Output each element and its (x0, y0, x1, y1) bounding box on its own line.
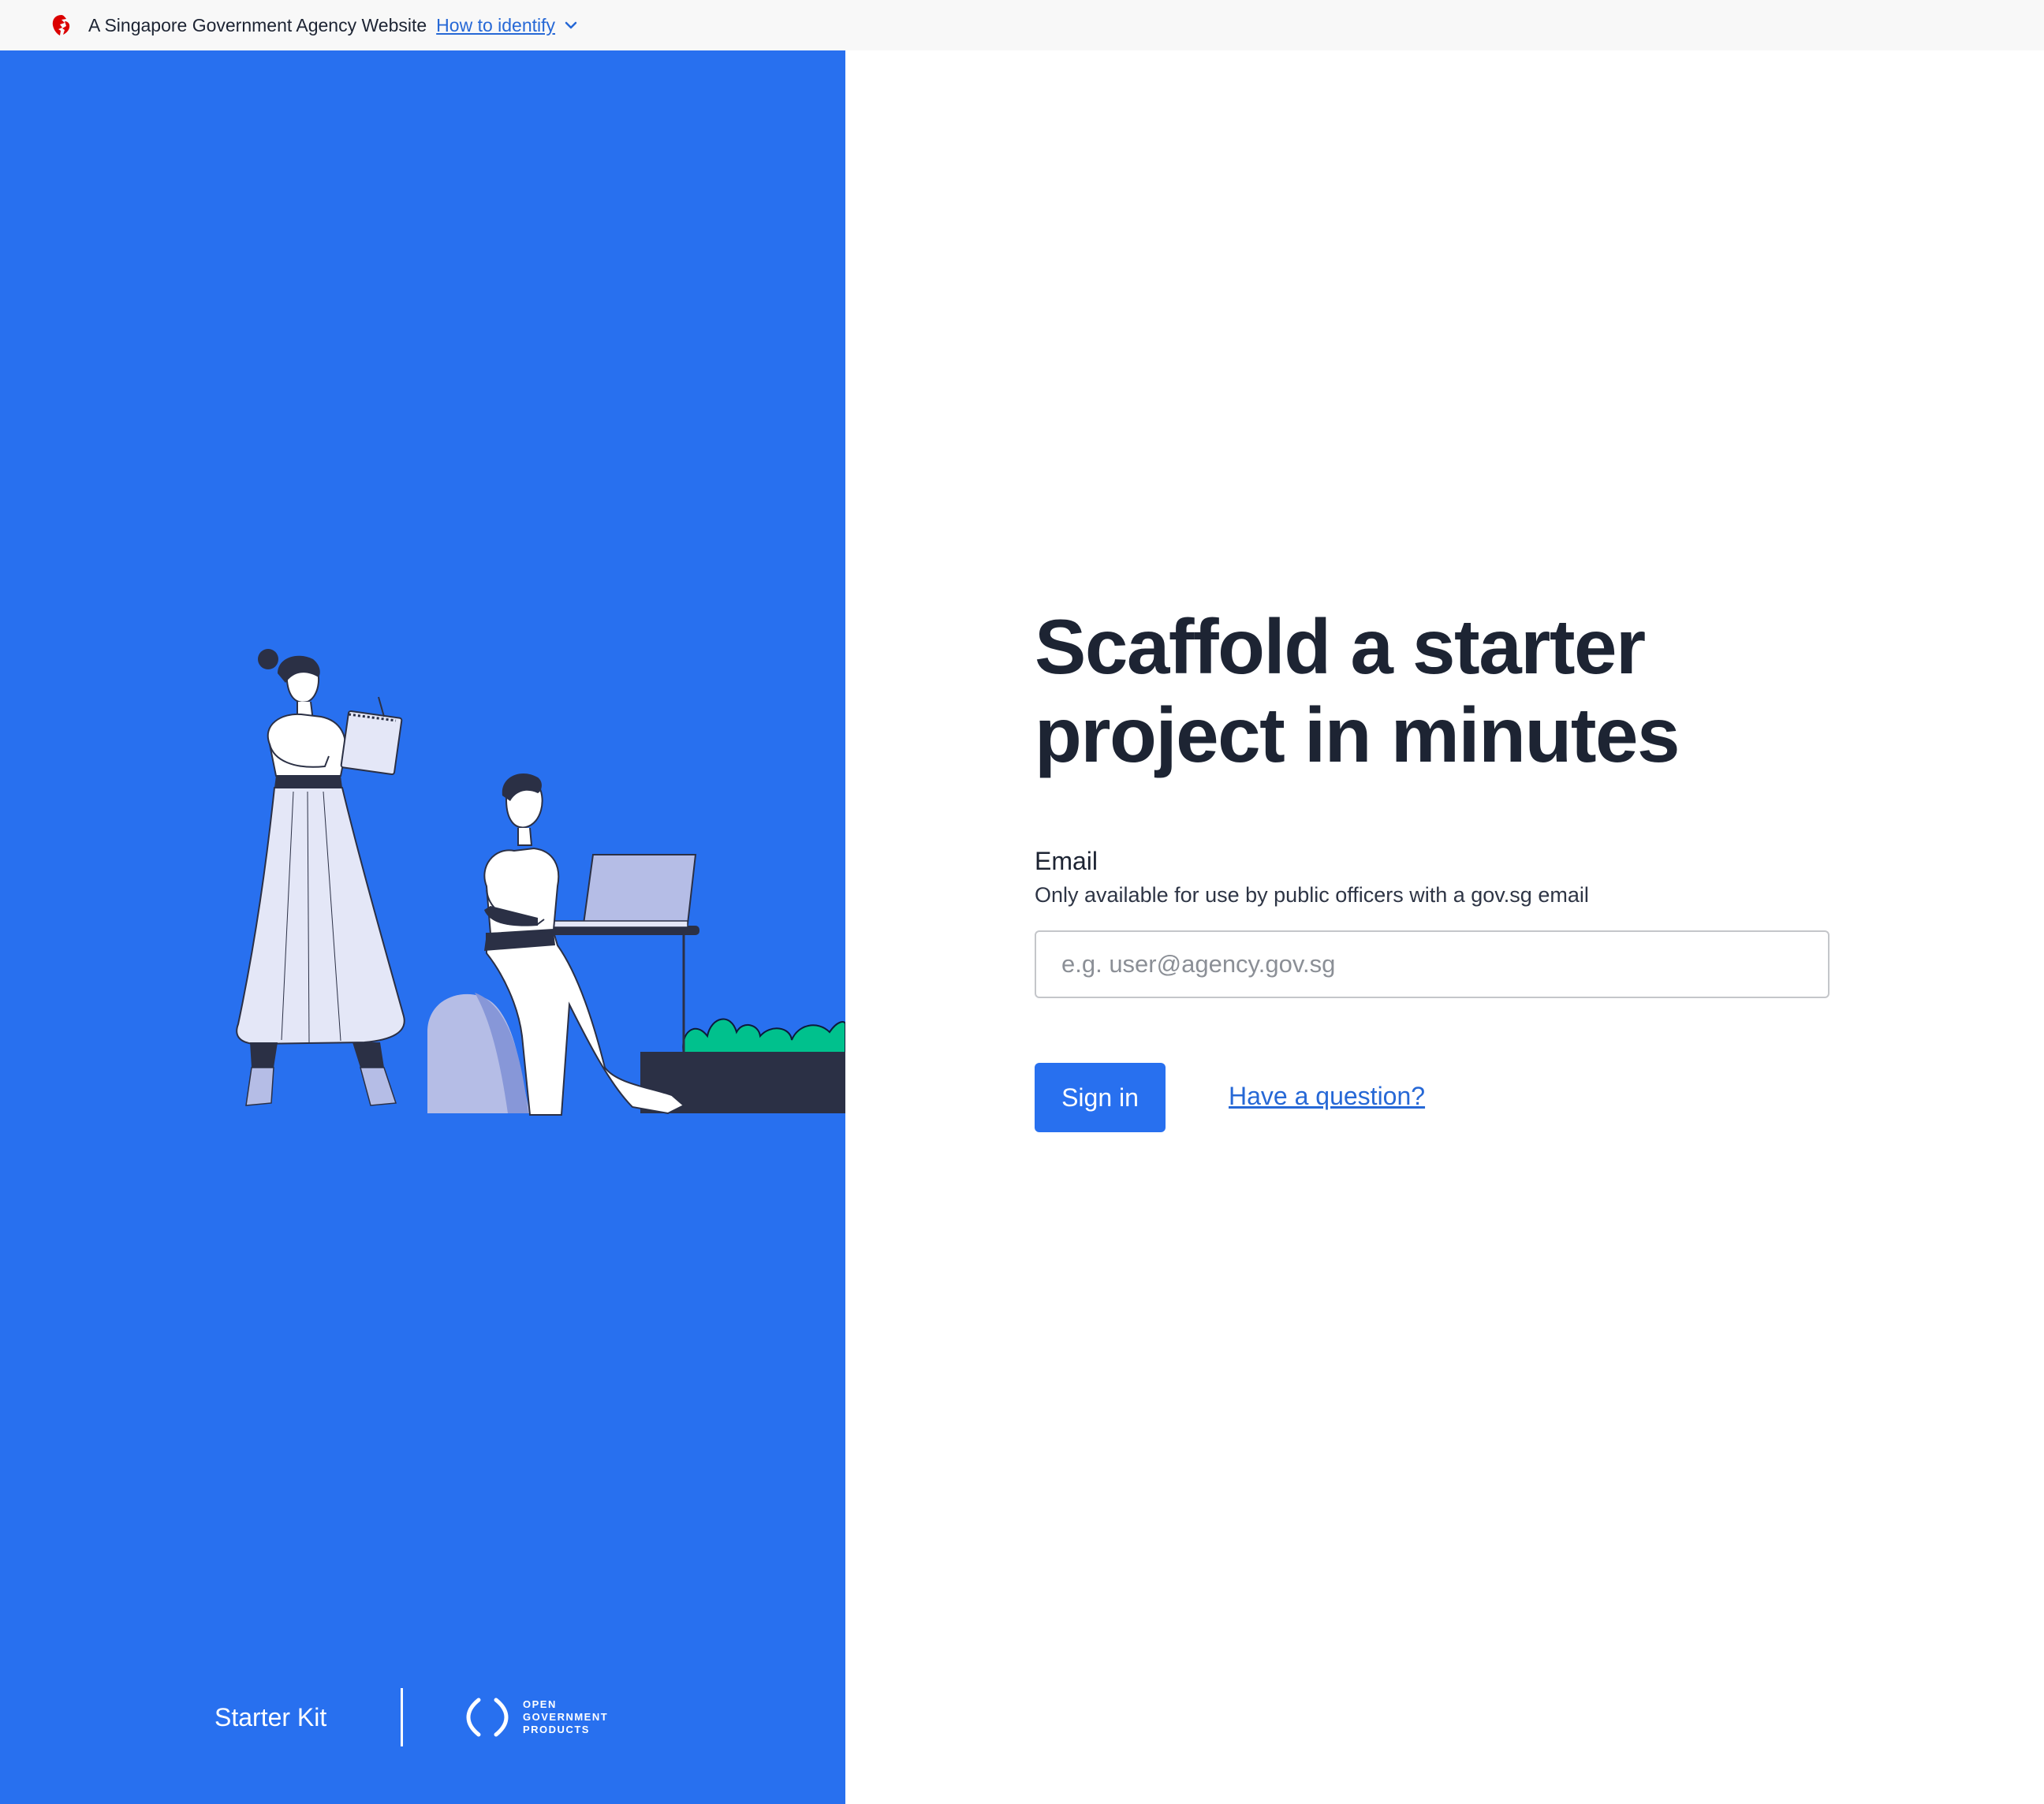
ogp-logo-line: GOVERNMENT (523, 1711, 609, 1723)
ogp-logo-icon (466, 1698, 509, 1737)
gov-masthead: A Singapore Government Agency Website Ho… (0, 0, 2044, 50)
hero-panel: Starter Kit OPEN GOVERNMENT PRODUCTS (0, 50, 845, 1804)
chevron-down-icon (565, 21, 577, 29)
sign-in-button[interactable]: Sign in (1035, 1063, 1166, 1132)
lion-head-icon (52, 15, 70, 35)
stool-illustration (427, 993, 530, 1113)
standing-woman-illustration (236, 649, 405, 1106)
page-title: Scaffold a starter project in minutes (1035, 603, 1680, 778)
ogp-logo-line: OPEN (523, 1698, 557, 1710)
email-field[interactable] (1035, 930, 1830, 998)
brand-footer: Starter Kit OPEN GOVERNMENT PRODUCTS (214, 1686, 608, 1749)
brand-divider (401, 1688, 403, 1746)
ogp-logo-line: PRODUCTS (523, 1724, 590, 1735)
have-a-question-link[interactable]: Have a question? (1229, 1082, 1425, 1111)
gov-agency-text: A Singapore Government Agency Website (88, 14, 427, 35)
laptop-illustration (545, 854, 697, 928)
brand-name: Starter Kit (214, 1702, 327, 1731)
ogp-logo-text: OPEN GOVERNMENT PRODUCTS (523, 1698, 608, 1736)
email-help-text: Only available for use by public officer… (1035, 883, 1589, 907)
how-to-identify-link[interactable]: How to identify (436, 15, 579, 36)
email-label: Email (1035, 847, 1098, 875)
how-to-identify-label: How to identify (436, 14, 556, 35)
login-panel: Scaffold a starter project in minutes Em… (845, 50, 2044, 1804)
illustration-people-working (236, 649, 845, 1116)
